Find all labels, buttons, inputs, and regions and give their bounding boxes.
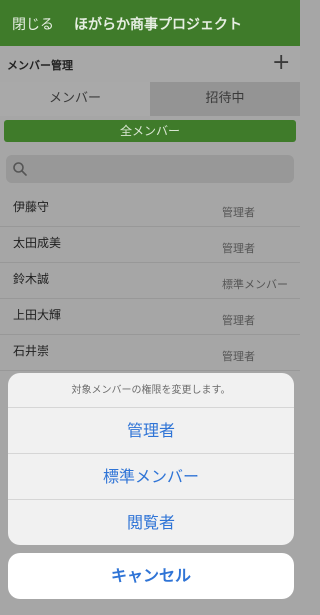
member-name: 太田成美 [13,236,62,250]
app-header: 閉じる ほがらか商事プロジェクト [0,0,300,46]
section-title: メンバー管理 [7,59,73,72]
list-item[interactable]: 鈴木誠 標準メンバー [0,262,300,299]
search-input[interactable] [6,155,294,183]
role-admin-option[interactable]: 管理者 [8,407,294,454]
member-role: 管理者 [222,206,255,219]
all-members-button[interactable]: 全メンバー [4,120,296,142]
member-role: 管理者 [222,314,255,327]
list-item[interactable]: 上田大輝 管理者 [0,298,300,335]
member-name: 鈴木誠 [13,272,50,286]
page-title: ほがらか商事プロジェクト [74,17,242,33]
close-button[interactable]: 閉じる [12,14,54,34]
role-standard-option[interactable]: 標準メンバー [8,453,294,500]
list-item[interactable]: 石井崇 管理者 [0,334,300,371]
member-name: 上田大輝 [13,308,62,322]
action-sheet-message: 対象メンバーの権限を変更します。 [71,385,231,396]
member-management-bar: メンバー管理 + [0,46,300,83]
search-icon [13,162,27,176]
role-action-sheet: 対象メンバーの権限を変更します。 管理者 標準メンバー 閲覧者 [8,373,294,545]
tab-invited[interactable]: 招待中 [150,82,300,116]
list-item[interactable]: 太田成美 管理者 [0,226,300,263]
add-member-icon[interactable]: + [272,50,290,75]
member-name: 伊藤守 [13,200,50,214]
member-role: 標準メンバー [222,278,288,291]
tab-members[interactable]: メンバー [0,82,150,116]
list-item[interactable]: 伊藤守 管理者 [0,190,300,227]
cancel-button[interactable]: キャンセル [8,553,294,599]
member-tabs: メンバー 招待中 [0,82,300,116]
member-name: 石井崇 [13,344,50,358]
member-role: 管理者 [222,242,255,255]
member-role: 管理者 [222,350,255,363]
role-viewer-option[interactable]: 閲覧者 [8,499,294,545]
